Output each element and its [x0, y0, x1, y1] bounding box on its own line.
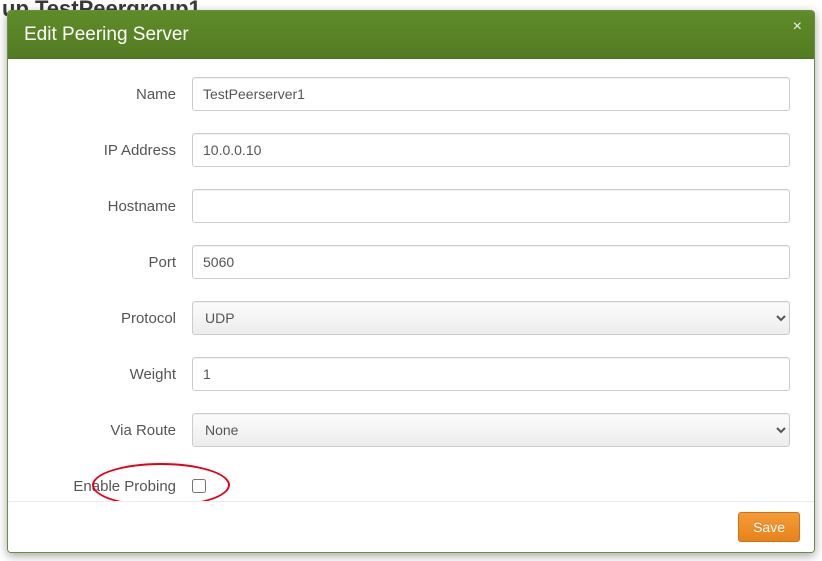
- weight-label: Weight: [32, 366, 192, 383]
- ip-address-label: IP Address: [32, 142, 192, 159]
- dialog-body: Name IP Address Hostname: [8, 59, 814, 501]
- port-label: Port: [32, 254, 192, 271]
- via-route-label: Via Route: [32, 422, 192, 439]
- dialog-title: Edit Peering Server: [24, 24, 189, 45]
- port-field[interactable]: [192, 245, 790, 279]
- dialog-header: Edit Peering Server ×: [8, 11, 814, 59]
- close-icon[interactable]: ×: [793, 19, 802, 35]
- enable-probing-checkbox[interactable]: [192, 479, 206, 493]
- hostname-field[interactable]: [192, 189, 790, 223]
- enable-probing-label: Enable Probing: [32, 478, 192, 495]
- protocol-label: Protocol: [32, 310, 192, 327]
- hostname-label: Hostname: [32, 198, 192, 215]
- protocol-select[interactable]: UDP: [192, 301, 790, 335]
- name-field[interactable]: [192, 77, 790, 111]
- via-route-select[interactable]: None: [192, 413, 790, 447]
- edit-peering-server-dialog: Edit Peering Server × Name IP Address: [7, 10, 815, 553]
- dialog-footer: Save: [8, 501, 814, 552]
- ip-address-field[interactable]: [192, 133, 790, 167]
- name-label: Name: [32, 86, 192, 103]
- weight-field[interactable]: [192, 357, 790, 391]
- save-button[interactable]: Save: [738, 512, 800, 542]
